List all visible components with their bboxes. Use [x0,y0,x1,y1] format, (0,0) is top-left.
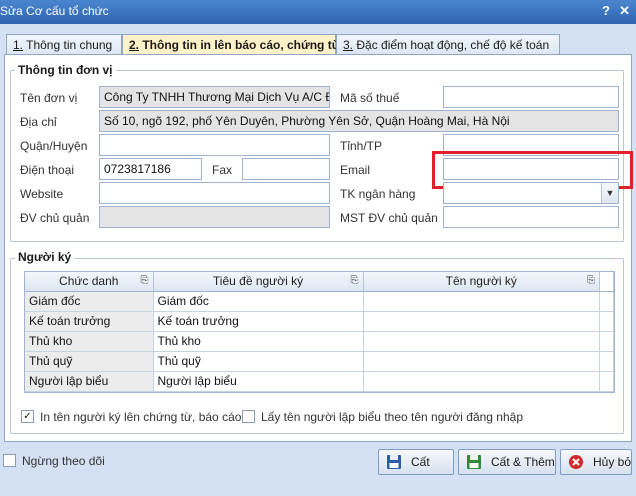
cell-tieu-de[interactable]: Người lập biểu [153,371,364,392]
print-signer-checkbox[interactable]: ✓ [21,410,34,423]
mst-dv-chu-quan-label: MST ĐV chủ quản [340,211,438,225]
save-add-icon [465,453,483,471]
cell-chuc-danh: Thủ kho [25,331,154,352]
dia-chi-field[interactable]: Số 10, ngõ 192, phố Yên Duyên, Phường Yê… [99,110,619,132]
stop-tracking-label: Ngừng theo dõi [22,454,105,468]
cell-tieu-de[interactable]: Thủ kho [153,331,364,352]
website-field[interactable] [99,182,330,204]
pin-icon[interactable]: ⎘ [351,275,359,286]
quan-huyen-field[interactable] [99,134,330,156]
cell-ten[interactable] [363,331,600,352]
column-header-chuc-danh[interactable]: Chức danh ⎘ [25,272,154,292]
dv-chu-quan-label: ĐV chủ quản [20,211,90,225]
signers-grid[interactable]: Chức danh ⎘ Tiêu đề người ký ⎘ Tên người k… [24,271,615,393]
cell-tieu-de[interactable]: Thủ quỹ [153,351,364,372]
cell-tieu-de[interactable]: Kế toán trưởng [153,311,364,332]
table-row[interactable]: Người lập biểu Người lập biểu [25,371,614,392]
use-login-name-label: Lấy tên người lập biểu theo tên người đă… [261,410,523,424]
scroll-cell [599,311,614,332]
dv-chu-quan-field[interactable] [99,206,330,228]
help-icon[interactable]: ? [602,3,610,18]
table-row[interactable]: Kế toán trưởng Kế toán trưởng [25,311,614,332]
cancel-button-label: Hủy bỏ [592,455,632,469]
dien-thoai-label: Điện thoại [20,163,75,177]
scroll-cell [599,331,614,352]
mst-dv-chu-quan-field[interactable] [443,206,619,228]
ten-don-vi-label: Tên đơn vị [20,91,78,105]
scroll-cell [599,351,614,372]
dia-chi-label: Địa chỉ [20,115,57,129]
website-label: Website [20,187,64,201]
cell-chuc-danh: Giám đốc [25,291,154,312]
save-add-button-label: Cất & Thêm [491,455,555,469]
scroll-cell [599,291,614,312]
chevron-down-icon[interactable]: ▼ [601,183,618,203]
save-button-label: Cất [411,455,430,469]
quan-huyen-label: Quận/Huyện [20,139,88,153]
email-label: Email [340,163,371,177]
cell-ten[interactable] [363,291,600,312]
table-row[interactable]: Thủ kho Thủ kho [25,331,614,352]
tab-key: 1. [13,38,24,52]
cell-chuc-danh: Kế toán trưởng [25,311,154,332]
tk-ngan-hang-select[interactable]: ▼ [443,182,619,204]
dien-thoai-field[interactable]: 0723817186 [99,158,202,180]
cell-ten[interactable] [363,311,600,332]
table-row[interactable]: Thủ quỹ Thủ quỹ [25,351,614,372]
tab-label: Thông tin in lên báo cáo, chứng từ [139,38,341,52]
tinh-tp-label: Tỉnh/TP [340,139,383,153]
tab-label: Đặc điểm hoạt động, chế độ kế toán [353,38,550,52]
tab-print-info[interactable]: 2. Thông tin in lên báo cáo, chứng từ [122,34,340,55]
title-bar: Sửa Cơ cấu tổ chức ? ✕ [0,0,636,24]
column-header-tieu-de[interactable]: Tiêu đề người ký ⎘ [153,272,364,292]
org-info-group-title: Thông tin đơn vị [15,63,116,77]
cell-chuc-danh: Thủ quỹ [25,351,154,372]
close-icon[interactable]: ✕ [619,3,630,19]
tab-general-info[interactable]: 1. Thông tin chung [6,34,122,54]
save-add-button[interactable]: Cất & Thêm [458,449,556,475]
ten-don-vi-field[interactable]: Công Ty TNHH Thương Mại Dịch Vụ A/C Đạ [99,86,330,108]
fax-label: Fax [212,163,233,177]
table-row[interactable]: Giám đốc Giám đốc [25,291,614,312]
column-header-ten-nguoi-ky[interactable]: Tên người ký ⎘ [363,272,600,292]
stop-tracking-checkbox[interactable] [3,454,16,467]
pin-icon[interactable]: ⎘ [141,275,149,286]
print-signer-label: In tên người ký lên chứng từ, báo cáo [40,410,242,424]
pin-icon[interactable]: ⎘ [587,275,595,286]
use-login-name-checkbox[interactable] [242,410,255,423]
ma-so-thue-field[interactable] [443,86,619,108]
tab-label: Thông tin chung [23,38,113,52]
tk-ngan-hang-label: TK ngân hàng [340,187,416,201]
signers-group-title: Người ký [15,250,75,264]
cancel-button[interactable]: Hủy bỏ [560,449,632,475]
cell-ten[interactable] [363,371,600,392]
tab-operation-features[interactable]: 3. Đặc điểm hoạt động, chế độ kế toán [336,34,560,54]
floppy-disk-icon [385,453,403,471]
cell-tieu-de[interactable]: Giám đốc [153,291,364,312]
scroll-cell [599,371,614,392]
cell-chuc-danh: Người lập biểu [25,371,154,392]
scroll-corner [599,272,614,292]
save-button[interactable]: Cất [378,449,454,475]
tab-key: 2. [129,38,140,52]
tab-key: 3. [343,38,354,52]
ma-so-thue-label: Mã số thuế [340,91,400,105]
cell-ten[interactable] [363,351,600,372]
cancel-icon [567,453,585,471]
fax-field[interactable] [242,158,330,180]
window-title: Sửa Cơ cấu tổ chức [0,4,109,18]
